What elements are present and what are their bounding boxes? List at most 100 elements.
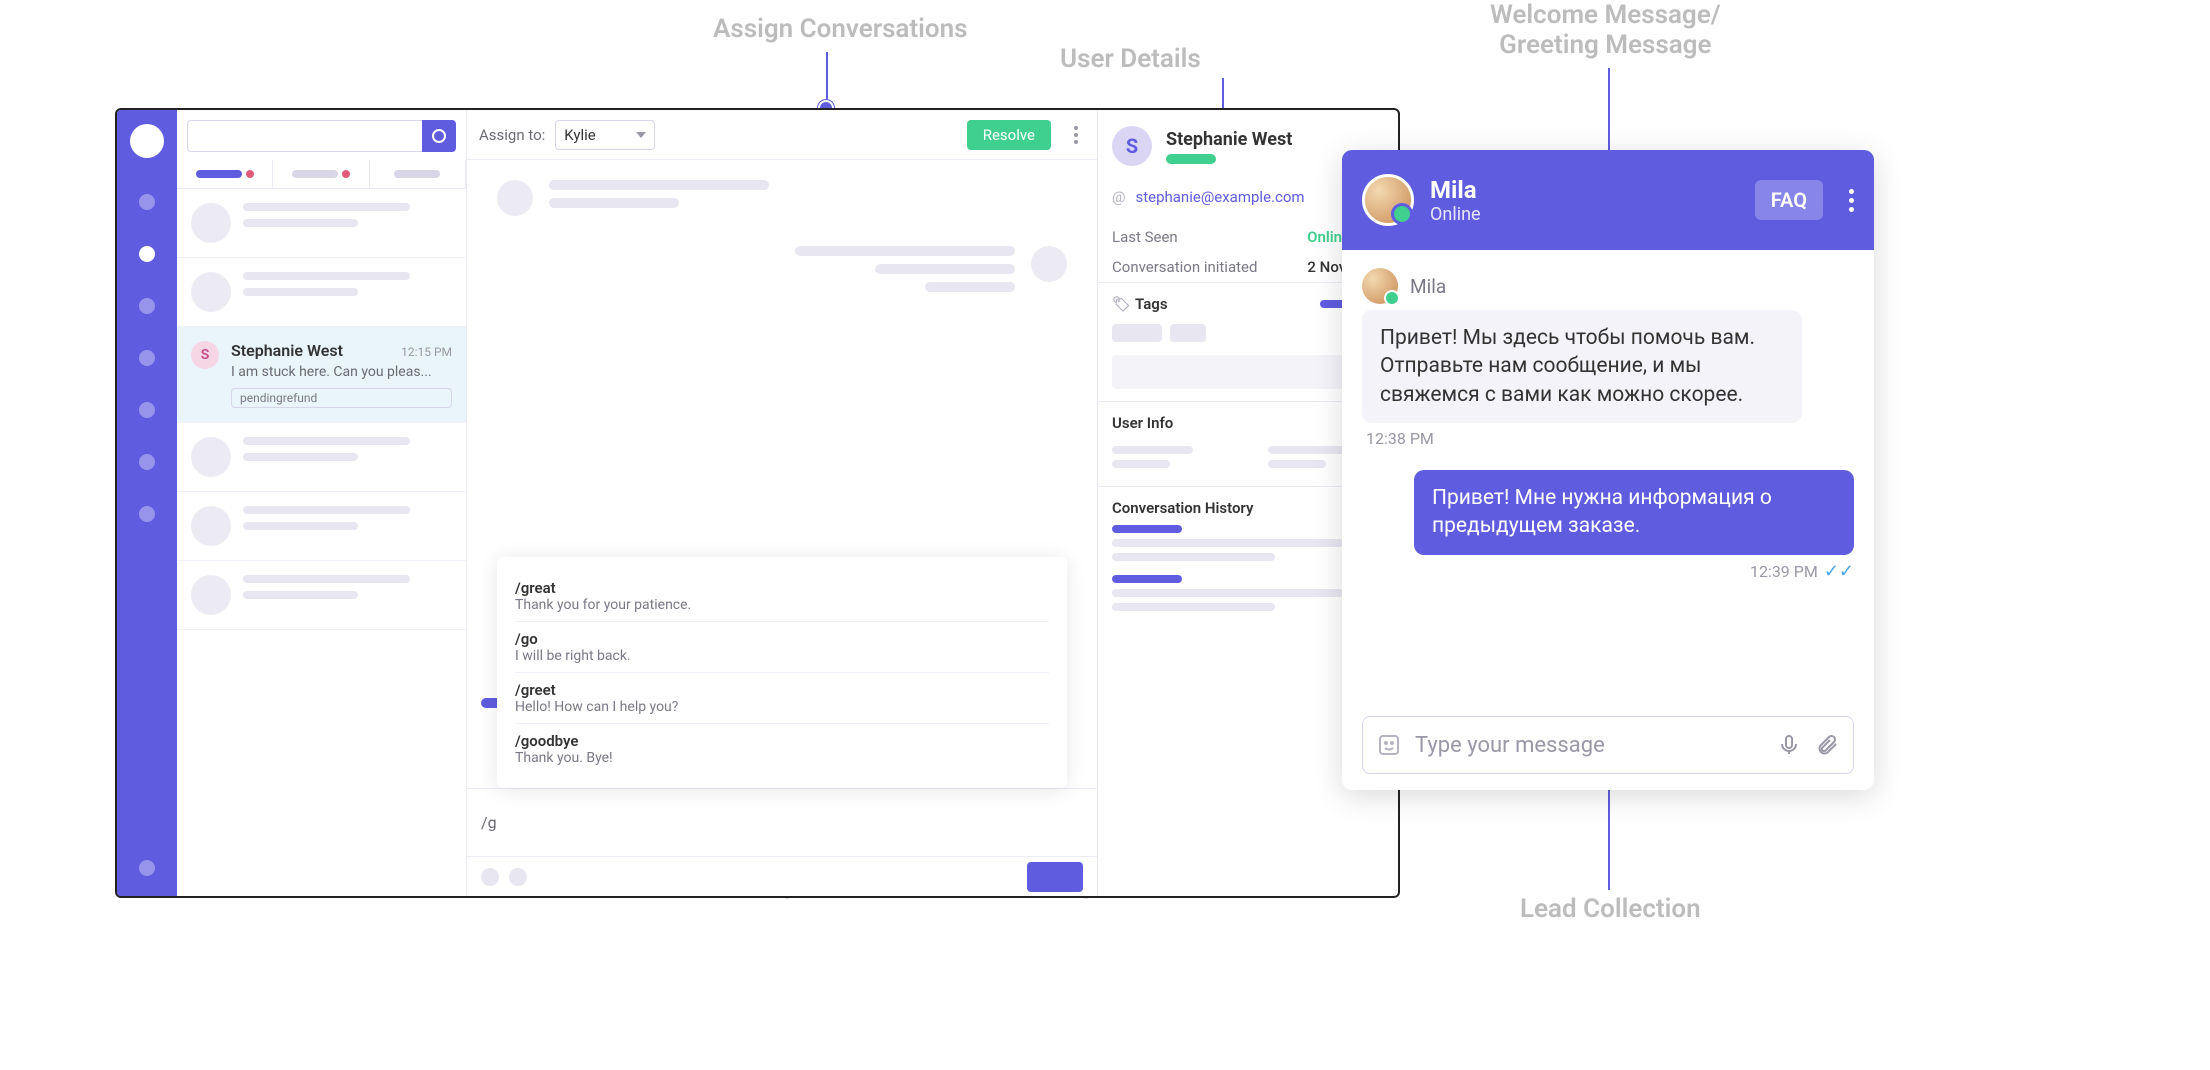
message-avatar [497,180,533,216]
message-avatar [1031,246,1067,282]
attach-icon[interactable] [1815,733,1839,757]
agent-message: Привет! Мы здесь чтобы помочь вам. Отпра… [1362,310,1802,423]
attachment-icon[interactable] [481,868,499,886]
resolve-button[interactable]: Resolve [967,120,1051,150]
agent-avatar-small [1362,268,1398,304]
tag-chip[interactable] [1112,324,1162,342]
quick-reply-item[interactable]: /go I will be right back. [515,622,1049,673]
emoji-icon[interactable] [509,868,527,886]
mic-icon[interactable] [1777,733,1801,757]
contact-email[interactable]: stephanie@example.com [1135,188,1304,206]
nav-item[interactable] [139,454,155,470]
avatar-placeholder [191,575,231,615]
agent-name: Mila [1430,176,1481,204]
chat-composer: /g [467,788,1097,856]
search-input[interactable] [187,120,422,152]
conversation-name: Stephanie West [231,341,343,360]
faq-button[interactable]: FAQ [1755,180,1823,220]
dashboard-window: S Stephanie West 12:15 PM I am stuck her… [115,108,1400,898]
widget-footer: Type your message [1342,700,1874,790]
nav-item[interactable] [139,860,155,876]
tags-label: Tags [1135,295,1168,313]
app-logo[interactable] [130,124,164,158]
composer-input[interactable]: /g [481,813,1083,832]
message-time: 12:38 PM [1362,429,1434,448]
quick-reply-text: Thank you. Bye! [515,750,1049,766]
nav-item[interactable] [139,402,155,418]
callout-welcome: Welcome Message/ Greeting Message [1490,0,1721,60]
quick-reply-item[interactable]: /greet Hello! How can I help you? [515,673,1049,724]
conversation-item[interactable] [177,189,466,258]
nav-item[interactable] [139,298,155,314]
search-button[interactable] [422,120,456,152]
quick-reply-text: I will be right back. [515,648,1049,664]
quick-reply-command: /go [515,630,1049,648]
history-label: Conversation History [1112,499,1253,517]
avatar: S [191,341,219,369]
contact-name: Stephanie West [1166,129,1292,150]
quick-reply-item[interactable]: /goodbye Thank you. Bye! [515,724,1049,774]
at-icon: @ [1112,188,1125,206]
quick-reply-command: /goodbye [515,732,1049,750]
callout-lead: Lead Collection [1520,894,1701,924]
quick-reply-item[interactable]: /great Thank you for your patience. [515,571,1049,622]
inbox-tabs [177,152,466,189]
chat-body: /great Thank you for your patience. /go … [467,160,1097,788]
user-info-label: User Info [1112,414,1173,432]
quick-reply-command: /great [515,579,1049,597]
nav-item[interactable] [139,350,155,366]
nav-item-active[interactable] [139,246,155,262]
contact-status [1166,154,1216,164]
conversation-tag: pendingrefund [231,388,452,408]
user-message: Привет! Мне нужна информация о предыдуще… [1414,470,1854,555]
tag-chip[interactable] [1170,324,1206,342]
send-button[interactable] [1027,862,1083,892]
tab-unassigned[interactable] [273,160,369,188]
search-icon [432,129,446,143]
conversation-item[interactable] [177,561,466,630]
quick-reply-popup: /great Thank you for your patience. /go … [497,557,1067,788]
widget-body: Mila Привет! Мы здесь чтобы помочь вам. … [1342,250,1874,700]
assign-value: Kylie [564,126,595,144]
thread-agent-name: Mila [1410,275,1446,298]
callout-assign: Assign Conversations [713,14,968,44]
more-menu-button[interactable] [1067,126,1085,144]
agent-avatar [1362,174,1414,226]
conversation-item[interactable] [177,423,466,492]
pin-line [826,52,828,104]
tab-all[interactable] [370,160,466,188]
nav-item[interactable] [139,506,155,522]
nav-rail [117,110,177,896]
initiated-label: Conversation initiated [1112,258,1257,276]
conversation-time: 12:15 PM [401,345,452,359]
tab-mine[interactable] [177,160,273,188]
widget-menu-button[interactable] [1849,189,1854,212]
chat-widget: Mila Online FAQ Mila Привет! Мы здесь чт… [1342,150,1874,790]
agent-status: Online [1430,204,1481,225]
tag-icon: 🏷 [1112,295,1131,313]
message-time: 12:39 PM [1750,562,1818,581]
widget-input[interactable]: Type your message [1362,716,1854,774]
contact-avatar: S [1112,126,1152,166]
avatar-placeholder [191,203,231,243]
chat-column: Assign to: Kylie Resolve [467,110,1098,896]
chevron-down-icon [636,132,646,138]
read-receipt-icon: ✓✓ [1824,561,1854,582]
avatar-placeholder [191,272,231,312]
assign-select[interactable]: Kylie [555,120,655,150]
quick-reply-text: Thank you for your patience. [515,597,1049,613]
input-placeholder: Type your message [1415,733,1763,758]
callout-userdetails: User Details [1060,44,1201,74]
emoji-icon[interactable] [1377,733,1401,757]
quick-reply-text: Hello! How can I help you? [515,699,1049,715]
avatar-placeholder [191,437,231,477]
conversation-list-column: S Stephanie West 12:15 PM I am stuck her… [177,110,467,896]
conversation-item-active[interactable]: S Stephanie West 12:15 PM I am stuck her… [177,327,466,423]
conversation-item[interactable] [177,258,466,327]
widget-header: Mila Online FAQ [1342,150,1874,250]
quick-reply-command: /greet [515,681,1049,699]
last-seen-label: Last Seen [1112,228,1178,246]
assign-label: Assign to: [479,126,545,144]
nav-item[interactable] [139,194,155,210]
conversation-item[interactable] [177,492,466,561]
